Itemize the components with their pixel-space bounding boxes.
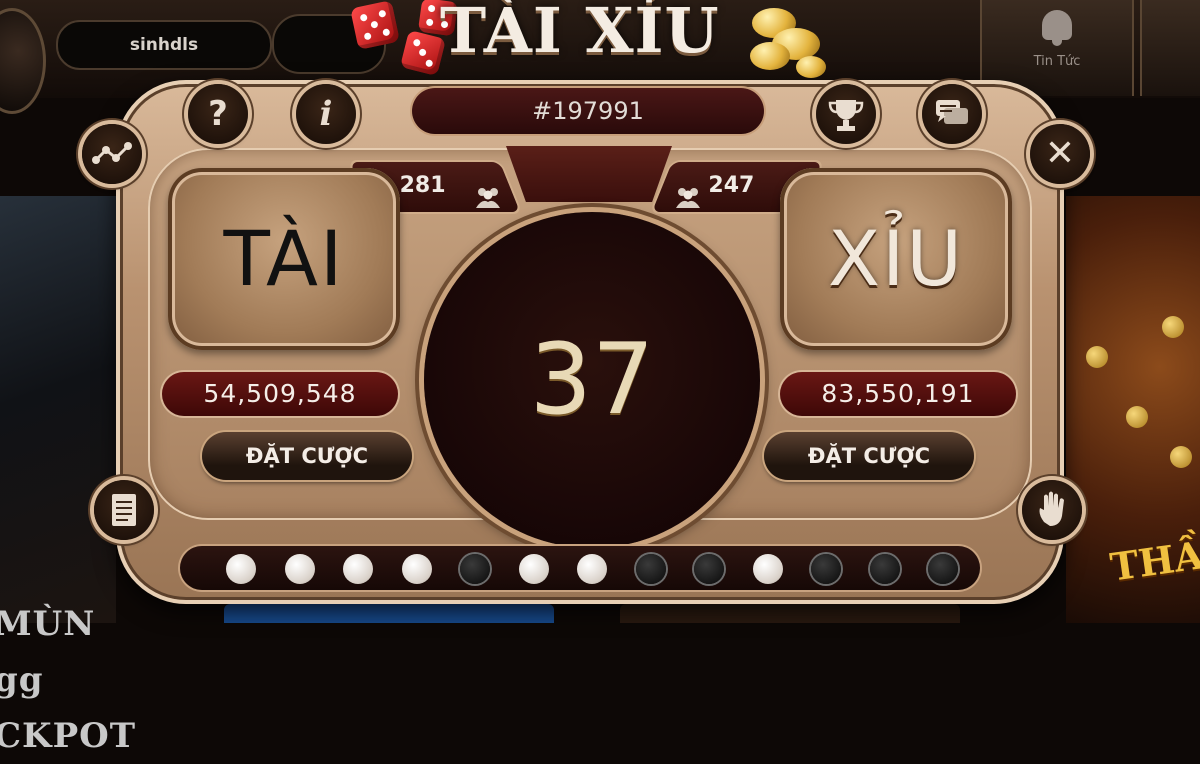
xiu-total-amount: 83,550,191: [780, 372, 1016, 416]
xiu-bet-button[interactable]: ĐẶT CƯỢC: [764, 432, 974, 480]
coin-icon: [750, 42, 790, 70]
history-dot: [460, 554, 490, 584]
hand-icon: [1039, 491, 1064, 526]
history-dot: [226, 554, 256, 584]
trophy-icon: [828, 100, 864, 131]
history-dot: [694, 554, 724, 584]
history-dot: [928, 554, 958, 584]
history-button[interactable]: [94, 480, 154, 540]
left-banner-text: MÙN gg CKPOT: [0, 604, 137, 756]
history-dot: [811, 554, 841, 584]
xiu-bet-area[interactable]: XỈU: [780, 168, 1012, 350]
history-dot: [577, 554, 607, 584]
history-dot: [518, 554, 549, 584]
close-icon: ✕: [1044, 133, 1076, 174]
tai-total-amount: 54,509,548: [162, 372, 398, 416]
bottom-tab-right[interactable]: [620, 604, 960, 623]
right-banner-text: THẦN: [1107, 527, 1200, 590]
coin-icon: [1170, 446, 1192, 468]
username-display: sinhdls: [56, 20, 272, 70]
bottom-tab-left[interactable]: [224, 604, 554, 623]
game-logo: TÀI XỈU: [440, 0, 720, 67]
top-right-panel: [1140, 0, 1200, 96]
dice-icon: [350, 0, 400, 50]
coin-icon: [1126, 406, 1148, 428]
history-dot: [284, 554, 315, 584]
chat-button[interactable]: [922, 84, 982, 144]
history-dot: [343, 554, 373, 584]
history-dot: [401, 554, 432, 584]
center-notch: [506, 146, 672, 202]
people-icon: [676, 188, 700, 208]
info-button[interactable]: i: [296, 84, 356, 144]
history-dot: [869, 554, 900, 584]
chat-icon: [936, 100, 968, 124]
people-icon: [476, 188, 500, 208]
coin-icon: [1086, 346, 1108, 368]
countdown-number: 37: [529, 323, 655, 437]
info-icon: i: [319, 94, 333, 134]
tai-label: TÀI: [223, 214, 345, 303]
bell-icon: [1042, 10, 1072, 46]
close-button[interactable]: ✕: [1030, 124, 1090, 184]
round-id: #197991: [412, 88, 764, 134]
help-button[interactable]: ?: [188, 84, 248, 144]
history-dot: [752, 554, 783, 584]
tai-bet-button[interactable]: ĐẶT CƯỢC: [202, 432, 412, 480]
news-label: Tin Tức: [1033, 54, 1081, 69]
tai-bet-area[interactable]: TÀI: [168, 168, 400, 350]
left-game-banner[interactable]: MÙN gg CKPOT: [0, 196, 135, 756]
hand-button[interactable]: [1022, 480, 1082, 540]
dice-bowl: 37: [424, 212, 760, 548]
xiu-label: XỈU: [827, 214, 965, 303]
question-icon: ?: [208, 94, 228, 134]
document-icon: [112, 494, 136, 526]
coin-icon: [796, 56, 826, 78]
leaderboard-button[interactable]: [816, 84, 876, 144]
chart-button[interactable]: [82, 124, 142, 184]
coin-icon: [1162, 316, 1184, 338]
trend-chart-icon: [92, 142, 132, 164]
right-game-banner[interactable]: THẦN: [1066, 196, 1200, 623]
history-dot: [635, 554, 666, 584]
